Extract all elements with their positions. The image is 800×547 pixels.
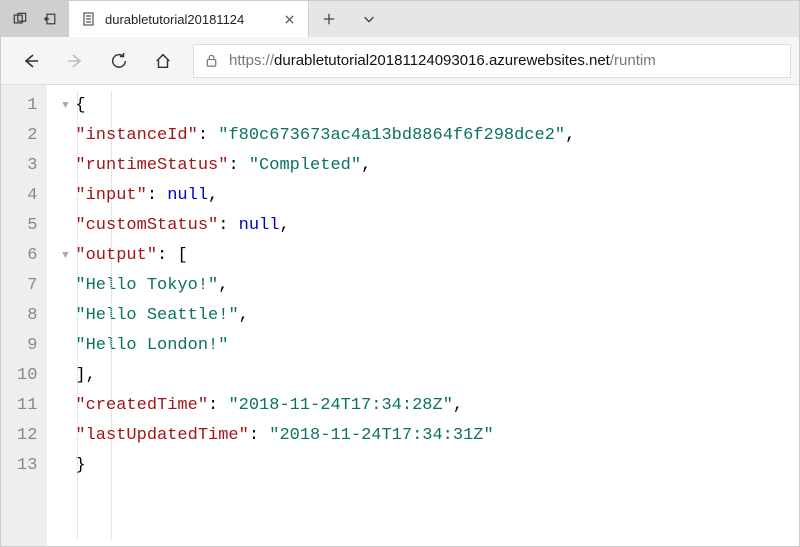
tab-overview-button[interactable] bbox=[7, 6, 33, 32]
json-key: createdTime bbox=[86, 396, 198, 415]
line-number: 9 bbox=[17, 331, 37, 361]
lock-icon bbox=[204, 53, 219, 68]
line-gutter: 1 2 3 4 5 6 7 8 9 10 11 12 13 bbox=[1, 85, 47, 546]
line-number: 11 bbox=[17, 391, 37, 421]
code-area[interactable]: ▼{ "instanceId": "f80c673673ac4a13bd8864… bbox=[47, 85, 799, 546]
line-number: 4 bbox=[17, 181, 37, 211]
indent-guide bbox=[77, 91, 78, 540]
url-text: https://durabletutorial20181124093016.az… bbox=[229, 52, 780, 69]
home-button[interactable] bbox=[141, 39, 185, 83]
arrow-right-icon bbox=[65, 51, 85, 71]
json-value: Completed bbox=[259, 156, 351, 175]
json-value: Hello Seattle! bbox=[86, 306, 229, 325]
json-value: 2018-11-24T17:34:31Z bbox=[279, 426, 483, 445]
line-number: 3 bbox=[17, 151, 37, 181]
forward-button[interactable] bbox=[53, 39, 97, 83]
indent-guide bbox=[111, 91, 112, 540]
json-key: output bbox=[86, 246, 147, 265]
set-aside-icon bbox=[43, 12, 57, 26]
code-line: "Hello London!" bbox=[55, 331, 799, 361]
code-line: ▼{ bbox=[55, 91, 799, 121]
line-number: 10 bbox=[17, 361, 37, 391]
json-key: lastUpdatedTime bbox=[86, 426, 239, 445]
url-host: durabletutorial20181124093016.azurewebsi… bbox=[274, 52, 610, 69]
code-line: "instanceId": "f80c673673ac4a13bd8864f6f… bbox=[55, 121, 799, 151]
code-line: "customStatus": null, bbox=[55, 211, 799, 241]
tab-favicon-icon bbox=[81, 11, 97, 27]
code-line: "Hello Seattle!", bbox=[55, 301, 799, 331]
code-line: "input": null, bbox=[55, 181, 799, 211]
code-line: } bbox=[55, 451, 799, 481]
json-value: Hello London! bbox=[86, 336, 219, 355]
plus-icon bbox=[322, 12, 336, 26]
code-line: "lastUpdatedTime": "2018-11-24T17:34:31Z… bbox=[55, 421, 799, 451]
code-line: "createdTime": "2018-11-24T17:34:28Z", bbox=[55, 391, 799, 421]
line-number: 5 bbox=[17, 211, 37, 241]
tabs-menu-button[interactable] bbox=[349, 1, 389, 37]
fold-toggle[interactable]: ▼ bbox=[55, 91, 75, 121]
json-value: null bbox=[167, 181, 208, 211]
refresh-button[interactable] bbox=[97, 39, 141, 83]
home-icon bbox=[154, 52, 172, 70]
code-line: ], bbox=[55, 361, 799, 391]
toolbar: https://durabletutorial20181124093016.az… bbox=[1, 37, 799, 85]
json-key: instanceId bbox=[86, 126, 188, 145]
arrow-left-icon bbox=[21, 51, 41, 71]
line-number: 1 bbox=[17, 91, 37, 121]
tab-actions bbox=[309, 1, 799, 37]
json-value: f80c673673ac4a13bd8864f6f298dce2 bbox=[228, 126, 554, 145]
browser-tab[interactable]: durabletutorial20181124 bbox=[69, 1, 309, 37]
line-number: 7 bbox=[17, 271, 37, 301]
json-value: 2018-11-24T17:34:28Z bbox=[239, 396, 443, 415]
json-key: customStatus bbox=[86, 216, 208, 235]
json-value: null bbox=[239, 211, 280, 241]
code-line: "Hello Tokyo!", bbox=[55, 271, 799, 301]
code-line: ▼ "output": [ bbox=[55, 241, 799, 271]
json-key: runtimeStatus bbox=[86, 156, 219, 175]
set-aside-tabs-button[interactable] bbox=[37, 6, 63, 32]
json-value: Hello Tokyo! bbox=[86, 276, 208, 295]
url-path: /runtim bbox=[610, 52, 656, 69]
fold-toggle[interactable]: ▼ bbox=[55, 241, 75, 271]
json-viewer: 1 2 3 4 5 6 7 8 9 10 11 12 13 ▼{ "instan… bbox=[1, 85, 799, 546]
tab-close-button[interactable] bbox=[280, 10, 298, 28]
line-number: 12 bbox=[17, 421, 37, 451]
tab-overview-icon bbox=[13, 12, 27, 26]
code-line: "runtimeStatus": "Completed", bbox=[55, 151, 799, 181]
close-icon bbox=[284, 14, 295, 25]
tab-title: durabletutorial20181124 bbox=[105, 12, 272, 27]
new-tab-button[interactable] bbox=[309, 1, 349, 37]
line-number: 8 bbox=[17, 301, 37, 331]
line-number: 6 bbox=[17, 241, 37, 271]
refresh-icon bbox=[110, 52, 128, 70]
line-number: 2 bbox=[17, 121, 37, 151]
line-number: 13 bbox=[17, 451, 37, 481]
address-bar[interactable]: https://durabletutorial20181124093016.az… bbox=[193, 44, 791, 78]
titlebar: durabletutorial20181124 bbox=[1, 1, 799, 37]
window-buttons bbox=[1, 1, 69, 37]
url-scheme: https:// bbox=[229, 52, 274, 69]
back-button[interactable] bbox=[9, 39, 53, 83]
chevron-down-icon bbox=[362, 12, 376, 26]
